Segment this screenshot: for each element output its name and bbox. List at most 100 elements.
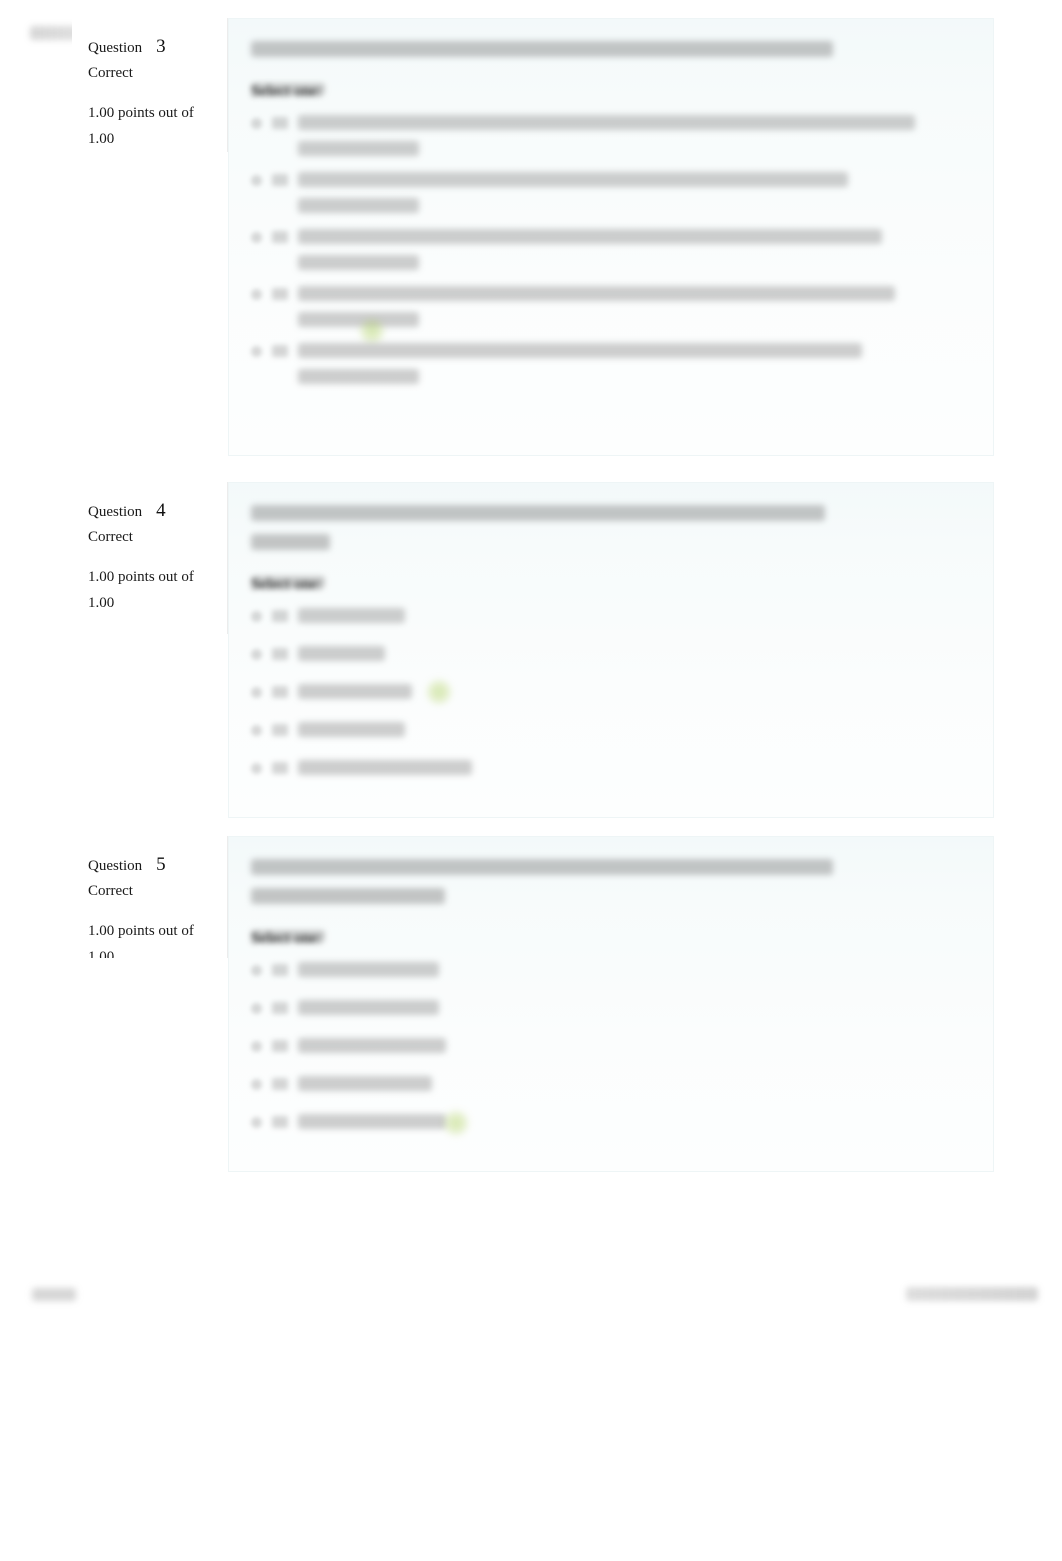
radio-button-icon[interactable] (251, 687, 262, 698)
option-row[interactable] (251, 1076, 969, 1091)
radio-button-icon[interactable] (251, 1003, 262, 1014)
question-info-3: Question 3 Correct 1.00 points out of 1.… (72, 18, 228, 152)
question-info-5: Question 5 Correct 1.00 points out of 1.… (72, 836, 228, 958)
option-list-3 (251, 115, 969, 400)
option-letter-label (272, 1040, 288, 1052)
option-text (298, 1076, 969, 1091)
radio-button-icon[interactable] (251, 725, 262, 736)
footer-left-redacted (32, 1288, 76, 1301)
option-row[interactable] (251, 722, 969, 737)
option-letter-label (272, 648, 288, 660)
option-letter-label (272, 1002, 288, 1014)
stem-redacted-line (251, 505, 826, 521)
option-letter-label (272, 610, 288, 622)
question-number: 4 (156, 500, 166, 521)
correct-answer-check-icon (426, 679, 452, 705)
option-letter-label (272, 724, 288, 736)
question-status-3: Correct (88, 65, 133, 81)
option-text (298, 1038, 969, 1053)
question-status-5: Correct (88, 883, 133, 899)
question-heading-3: Question 3 (88, 36, 213, 58)
radio-button-icon[interactable] (251, 1041, 262, 1052)
question-points-line1-5: 1.00 points out of (88, 923, 194, 939)
option-row-correct[interactable] (251, 286, 969, 344)
option-text (298, 1114, 969, 1129)
question-number: 3 (156, 36, 166, 57)
question-stem-3 (251, 41, 969, 57)
correct-answer-check-icon (443, 1110, 469, 1136)
radio-button-icon[interactable] (251, 649, 262, 660)
option-text (298, 343, 969, 384)
option-text (298, 229, 969, 270)
question-info-4: Question 4 Correct 1.00 points out of 1.… (72, 482, 228, 634)
option-text (298, 760, 969, 775)
stem-redacted-line (251, 41, 833, 57)
radio-button-icon[interactable] (251, 611, 262, 622)
question-card-3: Question 3 Correct 1.00 points out of 1.… (72, 18, 994, 456)
question-content-4: Select one: (228, 482, 994, 818)
correct-answer-check-icon (359, 318, 385, 344)
radio-button-icon[interactable] (251, 118, 262, 129)
quiz-review-page: Question 3 Correct 1.00 points out of 1.… (0, 0, 1062, 1561)
stem-redacted-line (251, 534, 330, 550)
radio-button-icon[interactable] (251, 1079, 262, 1090)
option-row-correct[interactable] (251, 1110, 969, 1136)
radio-button-icon[interactable] (251, 1117, 262, 1128)
option-letter-label (272, 231, 288, 243)
question-card-4: Question 4 Correct 1.00 points out of 1.… (72, 482, 994, 818)
question-word-label: Question (88, 40, 143, 56)
radio-button-icon[interactable] (251, 232, 262, 243)
question-card-5: Question 5 Correct 1.00 points out of 1.… (72, 836, 994, 1172)
option-letter-label (272, 686, 288, 698)
option-letter-label (272, 174, 288, 186)
option-row[interactable] (251, 1000, 969, 1015)
option-row[interactable] (251, 608, 969, 623)
option-letter-label (272, 762, 288, 774)
radio-button-icon[interactable] (251, 289, 262, 300)
question-points-line2-5: 1.00 (88, 948, 115, 958)
option-row-correct[interactable] (251, 679, 969, 705)
radio-button-icon[interactable] (251, 763, 262, 774)
radio-button-icon[interactable] (251, 346, 262, 357)
question-points-line1-3: 1.00 points out of (88, 105, 194, 121)
option-letter-label (272, 964, 288, 976)
question-stem-4 (251, 505, 969, 550)
option-text (298, 286, 969, 327)
select-one-label-5: Select one: (251, 930, 325, 947)
option-row[interactable] (251, 115, 969, 156)
option-row[interactable] (251, 1038, 969, 1053)
radio-button-icon[interactable] (251, 175, 262, 186)
radio-button-icon[interactable] (251, 965, 262, 976)
option-letter-label (272, 117, 288, 129)
question-heading-4: Question 4 (88, 500, 213, 522)
select-one-label-3: Select one: (251, 83, 325, 100)
option-letter-label (272, 288, 288, 300)
option-row[interactable] (251, 229, 969, 270)
question-word-label: Question (88, 858, 143, 874)
stem-redacted-line (251, 859, 833, 875)
option-row[interactable] (251, 962, 969, 977)
option-text (298, 722, 969, 737)
question-number: 5 (156, 854, 166, 875)
question-status-4: Correct (88, 529, 133, 545)
question-points-line1-4: 1.00 points out of (88, 569, 194, 585)
option-letter-label (272, 345, 288, 357)
option-text (298, 1000, 969, 1015)
option-text (298, 646, 969, 661)
option-text (298, 684, 969, 699)
option-row[interactable] (251, 646, 969, 661)
option-text (298, 608, 969, 623)
stem-redacted-line (251, 888, 445, 904)
option-text (298, 962, 969, 977)
select-one-label-4: Select one: (251, 576, 325, 593)
question-word-label: Question (88, 504, 143, 520)
question-points-line2-3: 1.00 (88, 130, 115, 147)
question-points-line2-4: 1.00 (88, 594, 115, 611)
option-row[interactable] (251, 343, 969, 384)
option-row[interactable] (251, 172, 969, 213)
option-list-5 (251, 962, 969, 1145)
question-content-5: Select one: (228, 836, 994, 1172)
footer-right-redacted (906, 1287, 1038, 1301)
option-row[interactable] (251, 760, 969, 775)
option-letter-label (272, 1116, 288, 1128)
